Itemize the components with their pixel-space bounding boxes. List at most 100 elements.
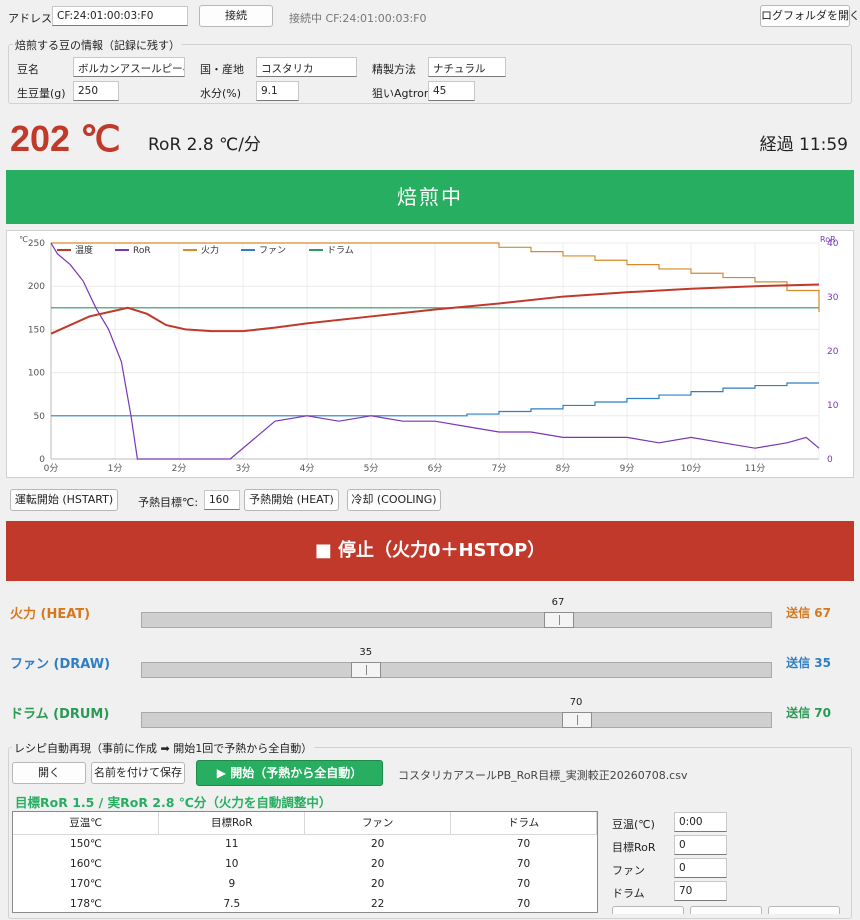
bean-name-input[interactable]: ボルカンアスールピーベリ	[73, 57, 185, 77]
fan-slider-thumb[interactable]	[351, 662, 382, 678]
recipe-table-cell: 160℃	[70, 858, 102, 870]
recipe-column-header[interactable]: 豆温℃	[13, 812, 160, 835]
recipe-column-header[interactable]: ファン	[304, 812, 452, 835]
edit-drum-input[interactable]: 70	[674, 881, 727, 901]
edit-fan-label: ファン	[612, 864, 645, 877]
x-tick-label: 3分	[236, 463, 251, 474]
y-tick-label-left: 150	[28, 325, 45, 335]
preheat-target-label: 予熱目標℃:	[138, 496, 199, 509]
recipe-column-header[interactable]: ドラム	[450, 812, 597, 835]
origin-input[interactable]: コスタリカ	[256, 57, 357, 77]
hstart-button[interactable]: 運転開始 (HSTART)	[10, 489, 118, 511]
recipe-edit-button-2[interactable]	[690, 906, 762, 914]
preheat-button[interactable]: 予熱開始 (HEAT)	[244, 489, 339, 511]
x-tick-label: 1分	[108, 463, 123, 474]
recipe-column-header[interactable]: 目標RoR	[158, 812, 306, 835]
recipe-table-cell: 70	[516, 898, 531, 910]
bean-info-title: 焙煎する豆の情報（記録に残す）	[13, 37, 182, 53]
drum-slider-thumb[interactable]	[561, 712, 592, 728]
address-label: アドレス:	[8, 12, 56, 25]
moisture-input[interactable]: 9.1	[256, 81, 299, 101]
preheat-target-input[interactable]: 160	[204, 490, 240, 510]
recipe-table-grid: 豆温℃ 目標RoR ファン ドラム 150℃ 11 20 70 160℃ 10 20 70 170℃ 9…	[13, 812, 597, 912]
recipe-edit-button-1[interactable]	[612, 906, 684, 914]
legend-label: RoR	[133, 246, 151, 256]
x-tick-label: 8分	[556, 463, 571, 474]
edit-fan-input[interactable]: 0	[674, 858, 727, 878]
recipe-table-row[interactable]: 170℃ 9 20 70	[13, 874, 597, 894]
x-tick-label: 4分	[300, 463, 315, 474]
recipe-file-name: コスタリカアスールPB_RoR目標_実測較正20260708.csv	[398, 769, 688, 782]
x-tick-label: 5分	[364, 463, 379, 474]
agtron-input[interactable]: 45	[428, 81, 475, 101]
agtron-label: 狙いAgtron	[372, 87, 428, 100]
recipe-edit-button-3[interactable]	[768, 906, 840, 914]
recipe-table-cell: 70	[516, 838, 531, 851]
edit-ror-label: 目標RoR	[612, 841, 656, 854]
recipe-table-cell: 70	[516, 858, 531, 870]
x-tick-label: 9分	[620, 463, 635, 474]
ror-readout: RoR 2.8 ℃/分	[148, 135, 261, 155]
y-tick-label-left: 250	[28, 239, 45, 249]
recipe-table-cell: 150℃	[70, 838, 102, 851]
heat-slider[interactable]	[141, 612, 772, 628]
edit-ror-input[interactable]: 0	[674, 835, 727, 855]
x-tick-label: 0分	[44, 463, 59, 474]
edit-drum-label: ドラム	[612, 887, 645, 900]
y-tick-label-right: 10	[827, 401, 839, 411]
y-tick-label-right: 30	[827, 293, 839, 303]
recipe-table-row[interactable]: 160℃ 10 20 70	[13, 854, 597, 874]
roast-chart-svg: 0分 1分 2分 3分 4分 5分 6分 7分 8分 9分 10分 11分05010015020025…	[19, 235, 839, 474]
recipe-open-button[interactable]: 開く	[12, 762, 86, 784]
process-label: 精製方法	[372, 63, 416, 76]
legend-label: 火力	[201, 244, 219, 256]
recipe-table-cell: 20	[371, 838, 385, 851]
x-tick-label: 10分	[681, 463, 701, 474]
y-axis-unit-left: ℃	[19, 235, 28, 244]
y-tick-label-left: 0	[39, 455, 45, 465]
drum-slider[interactable]	[141, 712, 772, 728]
elapsed-time: 経過 11:59	[759, 135, 848, 155]
recipe-start-button[interactable]: ▶ 開始（予熱から全自動）	[196, 760, 383, 786]
heat-slider-value: 67	[551, 597, 565, 608]
recipe-table[interactable]: 豆温℃ 目標RoR ファン ドラム 150℃ 11 20 70 160℃ 10 20 70 170℃ 9…	[12, 811, 598, 913]
connect-button[interactable]: 接続	[199, 5, 273, 27]
legend-label: ファン	[259, 246, 286, 256]
recipe-table-cell: 9	[228, 878, 236, 890]
drum-slider-value: 70	[569, 697, 583, 708]
weight-input[interactable]: 250	[73, 81, 119, 101]
recipe-title: レシピ自動再現（事前に作成 ➡ 開始1回で予熱から全自動）	[12, 740, 315, 756]
recipe-status: 目標RoR 1.5 / 実RoR 2.8 ℃分（火力を自動調整中）	[15, 795, 332, 810]
legend-label: 温度	[75, 244, 93, 256]
recipe-table-row[interactable]: 178℃ 7.5 22 70	[13, 894, 597, 912]
recipe-table-row[interactable]: 150℃ 11 20 70	[13, 834, 597, 854]
heat-label: 火力 (HEAT)	[10, 607, 91, 622]
cooling-button[interactable]: 冷却 (COOLING)	[347, 489, 441, 511]
y-tick-label-left: 100	[28, 369, 45, 379]
address-input[interactable]: CF:24:01:00:03:F0	[52, 6, 188, 26]
moisture-label: 水分(%)	[200, 87, 242, 100]
fan-slider[interactable]	[141, 662, 772, 678]
recipe-table-cell: 20	[371, 878, 385, 890]
edit-temp-input[interactable]: 0:00	[674, 812, 727, 832]
y-tick-label-right: 0	[827, 455, 833, 465]
recipe-table-cell: 20	[371, 858, 385, 870]
recipe-save-as-button[interactable]: 名前を付けて保存	[91, 762, 185, 784]
recipe-table-cell: 11	[225, 838, 239, 851]
status-banner: 焙煎中	[6, 170, 854, 224]
open-log-folder-button[interactable]: ログフォルダを開く	[760, 5, 860, 27]
legend-label: ドラム	[327, 245, 354, 256]
weight-label: 生豆量(g)	[17, 87, 66, 100]
recipe-table-header: 豆温℃ 目標RoR ファン ドラム	[13, 812, 597, 835]
heat-sent: 送信 67	[786, 606, 831, 620]
stop-button[interactable]: ■ 停止（火力0＋HSTOP）	[6, 521, 854, 581]
drum-sent: 送信 70	[786, 706, 831, 720]
y-axis-unit-right: RoR	[820, 235, 836, 244]
heat-slider-thumb[interactable]	[543, 612, 574, 628]
x-tick-label: 6分	[428, 463, 443, 474]
connection-status: 接続中 CF:24:01:00:03:F0	[289, 12, 427, 25]
x-tick-label: 11分	[745, 463, 765, 474]
roast-chart: 0分 1分 2分 3分 4分 5分 6分 7分 8分 9分 10分 11分 0 50 100 150 200 25…	[6, 230, 854, 478]
process-input[interactable]: ナチュラル	[428, 57, 506, 77]
recipe-table-cell: 10	[225, 858, 239, 870]
